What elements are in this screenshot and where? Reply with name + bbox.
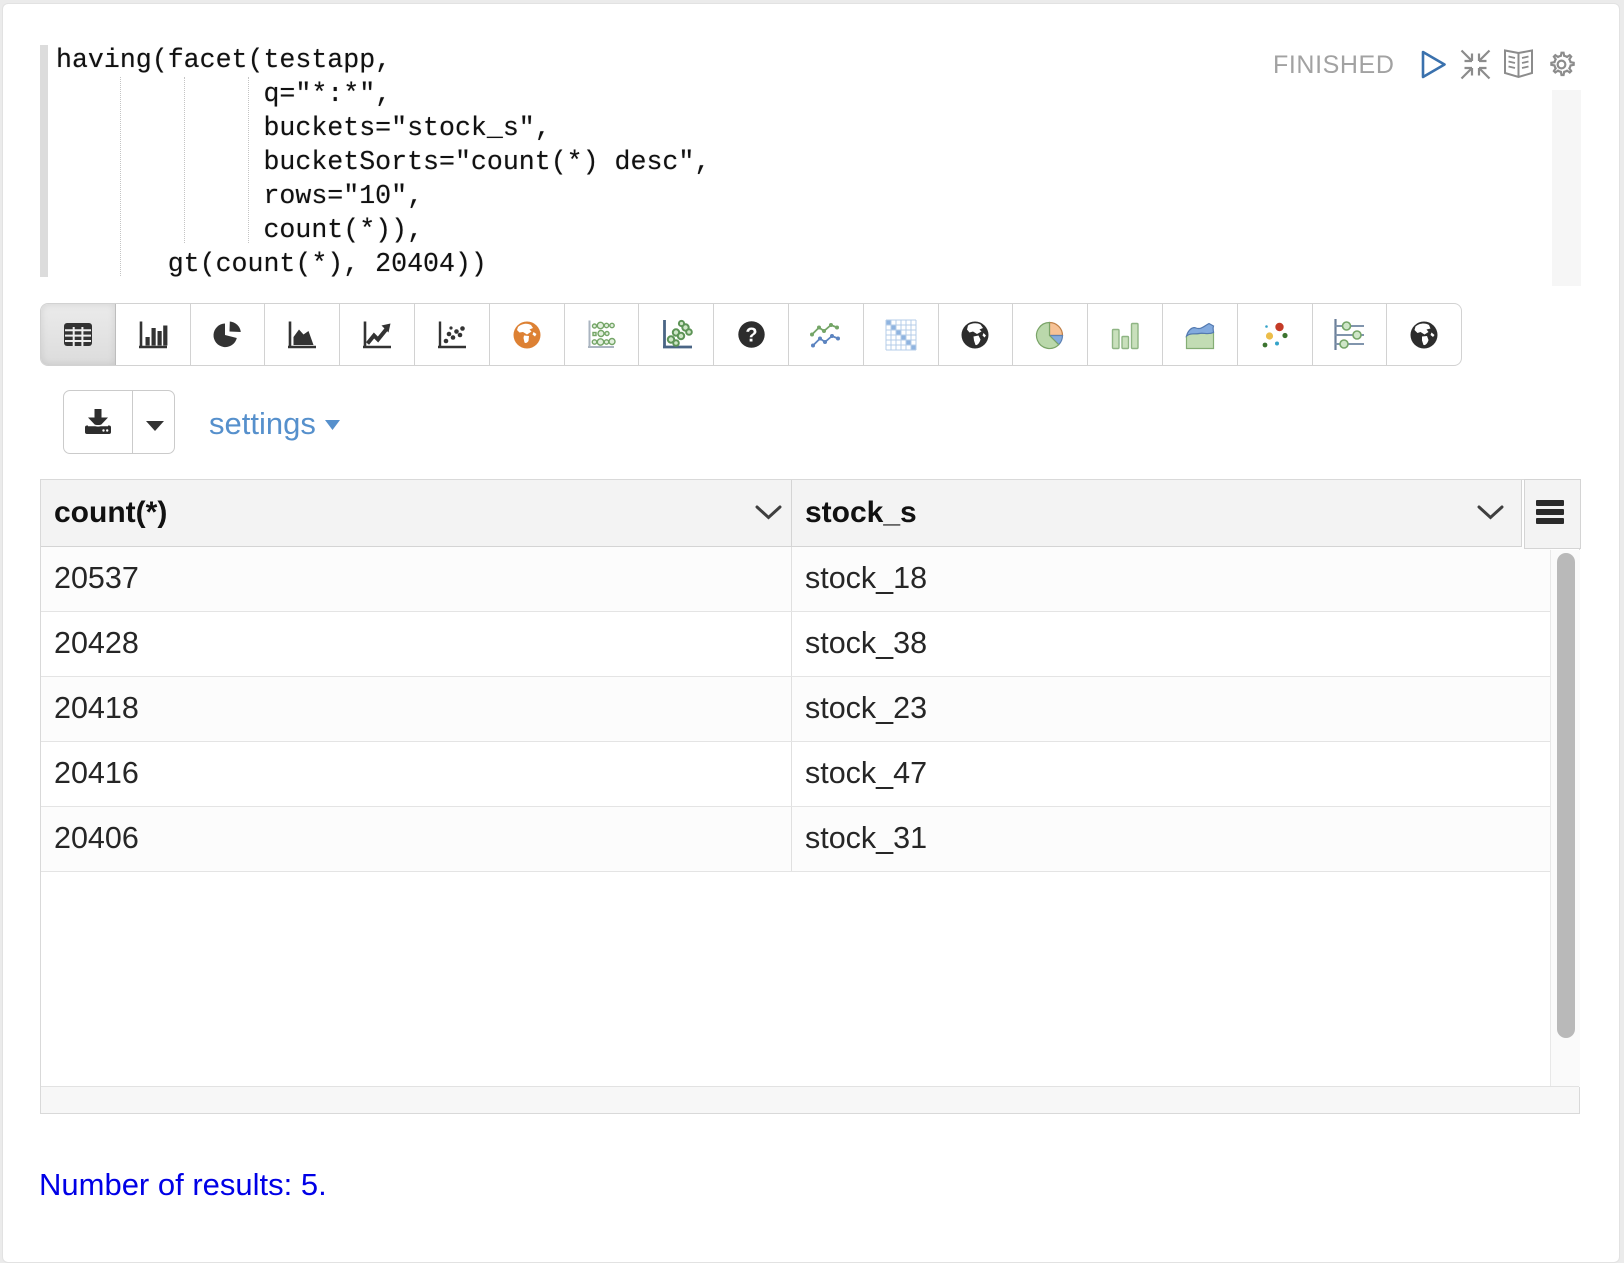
svg-text:?: ? — [745, 325, 757, 347]
